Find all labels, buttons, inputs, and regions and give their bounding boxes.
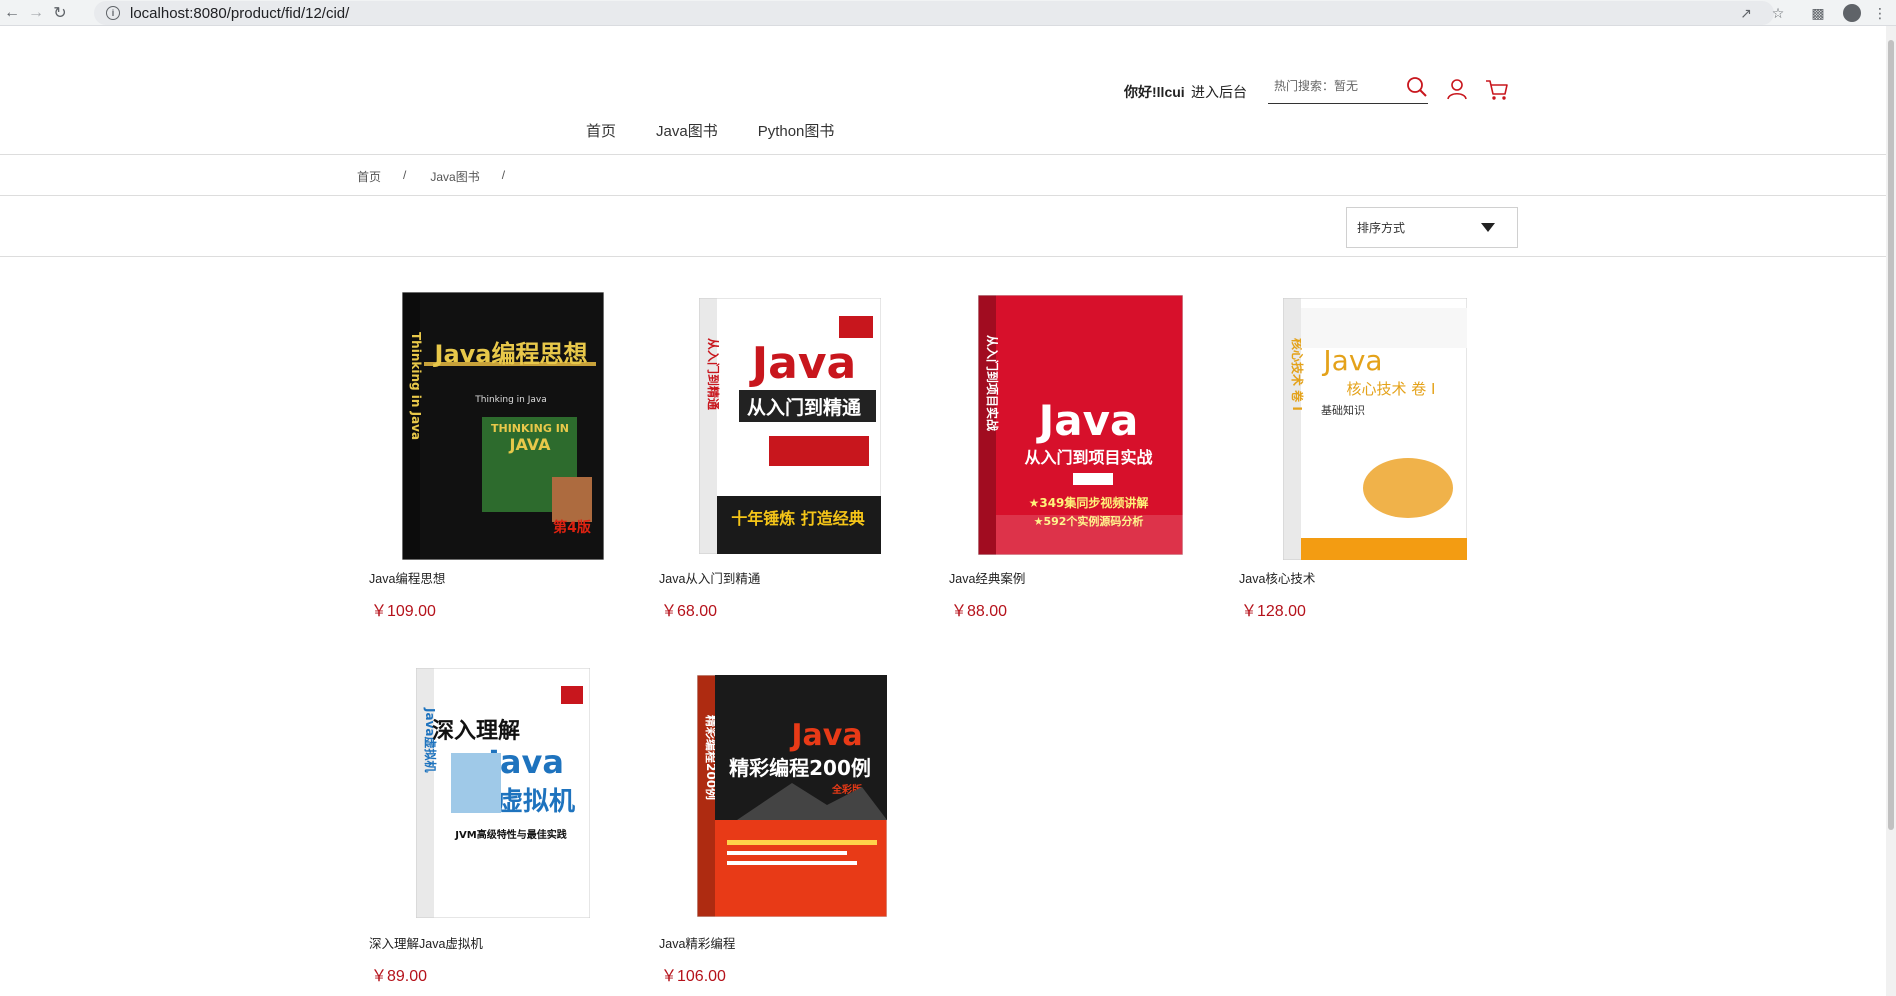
user-icon[interactable] [1446, 78, 1468, 100]
book-cover-image[interactable]: 从入门到精通 Java 从入门到精通十年锤炼 打造经典 [699, 298, 881, 554]
svg-text:精彩编程200例: 精彩编程200例 [729, 756, 871, 780]
product-price: ￥109.00 [371, 603, 436, 620]
product-name[interactable]: Java从入门到精通 [659, 568, 760, 587]
nav-item-java-books[interactable]: Java图书 [656, 120, 718, 141]
book-cover-image[interactable]: 从入门到项目实战Java从入门到项目实战★349集同步视频讲解★592个实例源码… [978, 295, 1183, 555]
reload-icon[interactable]: ↻ [50, 3, 70, 23]
divider [0, 256, 1886, 257]
product-name[interactable]: Java核心技术 [1239, 568, 1315, 587]
user-greeting: 你好!llcui [1124, 84, 1185, 100]
book-cover-image[interactable]: 核心技术 卷 I Java 核心技术 卷 I 基础知识 [1283, 298, 1467, 560]
divider [0, 195, 1886, 196]
back-icon[interactable]: ← [2, 3, 22, 23]
scrollbar-thumb[interactable] [1888, 40, 1894, 830]
breadcrumb-separator: / [403, 168, 407, 182]
svg-text:从入门到项目实战: 从入门到项目实战 [985, 335, 1000, 431]
site-info-icon[interactable]: i [106, 6, 120, 20]
svg-text:Java: Java [1321, 344, 1382, 377]
main-nav: 首页 Java图书 Python图书 [586, 120, 874, 141]
svg-text:深入理解: 深入理解 [432, 718, 520, 744]
book-cover-image[interactable]: Thinking in Java Java编程思想 Thinking in Java… [402, 292, 604, 560]
product-price: ￥128.00 [1241, 603, 1306, 620]
product-price: ￥88.00 [951, 603, 1008, 620]
svg-text:从入门到项目实战: 从入门到项目实战 [1024, 448, 1152, 467]
svg-text:第4版: 第4版 [553, 519, 591, 536]
forward-icon[interactable]: → [26, 3, 46, 23]
breadcrumb-separator: / [501, 168, 506, 182]
cart-icon[interactable] [1485, 79, 1509, 101]
product-name[interactable]: Java精彩编程 [659, 933, 735, 952]
address-bar[interactable]: i localhost:8080/product/fid/12/cid/ [94, 1, 1774, 25]
breadcrumb-java-books[interactable]: Java图书 [430, 168, 479, 185]
sort-label: 排序方式 [1357, 221, 1406, 235]
chevron-down-icon [1481, 223, 1495, 232]
share-icon[interactable]: ↗ [1736, 3, 1756, 23]
breadcrumb: 首页 / Java图书 / [357, 168, 529, 185]
book-cover-image[interactable]: 精彩编程200例 Java 精彩编程200例 全彩版 [697, 675, 887, 917]
extensions-icon[interactable]: ▩ [1808, 3, 1828, 23]
nav-item-python-books[interactable]: Python图书 [758, 120, 835, 141]
product-price: ￥68.00 [661, 603, 718, 620]
svg-text:Java编程思想: Java编程思想 [433, 340, 588, 368]
svg-text:基础知识: 基础知识 [1321, 403, 1365, 417]
svg-text:THINKING IN: THINKING IN [491, 422, 569, 435]
bookmark-star-icon[interactable]: ☆ [1768, 3, 1788, 23]
profile-icon[interactable] [1842, 3, 1862, 23]
svg-text:Thinking in Java: Thinking in Java [409, 332, 423, 440]
page-scrollbar[interactable] [1886, 26, 1896, 996]
svg-text:从入门到精通: 从入门到精通 [706, 338, 721, 410]
svg-text:核心技术 卷 I: 核心技术 卷 I [1347, 380, 1436, 398]
svg-text:JVM高级特性与最佳实践: JVM高级特性与最佳实践 [454, 828, 566, 841]
nav-item-home[interactable]: 首页 [586, 120, 616, 141]
divider [0, 154, 1886, 155]
browser-toolbar: ← → ↻ i localhost:8080/product/fid/12/ci… [0, 0, 1896, 26]
search-input[interactable] [1274, 72, 1404, 100]
sort-select[interactable]: 排序方式 [1346, 207, 1518, 248]
svg-text:Java: Java [1036, 396, 1139, 445]
svg-text:核心技术 卷 I: 核心技术 卷 I [1290, 338, 1305, 411]
admin-link[interactable]: 进入后台 [1191, 82, 1247, 102]
breadcrumb-home[interactable]: 首页 [357, 168, 381, 185]
product-price: ￥89.00 [371, 968, 428, 985]
svg-text:虚拟机: 虚拟机 [497, 787, 575, 817]
svg-text:十年锤炼 打造经典: 十年锤炼 打造经典 [731, 509, 865, 528]
svg-text:JAVA: JAVA [509, 435, 552, 454]
search-icon[interactable] [1406, 76, 1428, 98]
product-name[interactable]: 深入理解Java虚拟机 [369, 933, 483, 952]
svg-text:Java: Java [749, 338, 856, 389]
menu-icon[interactable]: ⋮ [1870, 3, 1890, 23]
product-price: ￥106.00 [661, 968, 726, 985]
product-name[interactable]: Java编程思想 [369, 568, 445, 587]
svg-text:Java: Java [789, 718, 862, 753]
search-box [1268, 70, 1428, 104]
svg-text:★349集同步视频讲解: ★349集同步视频讲解 [1029, 495, 1149, 510]
book-cover-image[interactable]: Java虚拟机 深入理解 Java 虚拟机 JVM高级特性与最佳实践 [416, 668, 590, 918]
svg-text:Thinking in Java: Thinking in Java [474, 395, 546, 405]
address-url: localhost:8080/product/fid/12/cid/ [130, 4, 350, 22]
product-name[interactable]: Java经典案例 [949, 568, 1025, 587]
svg-text:从入门到精通: 从入门到精通 [747, 396, 862, 419]
